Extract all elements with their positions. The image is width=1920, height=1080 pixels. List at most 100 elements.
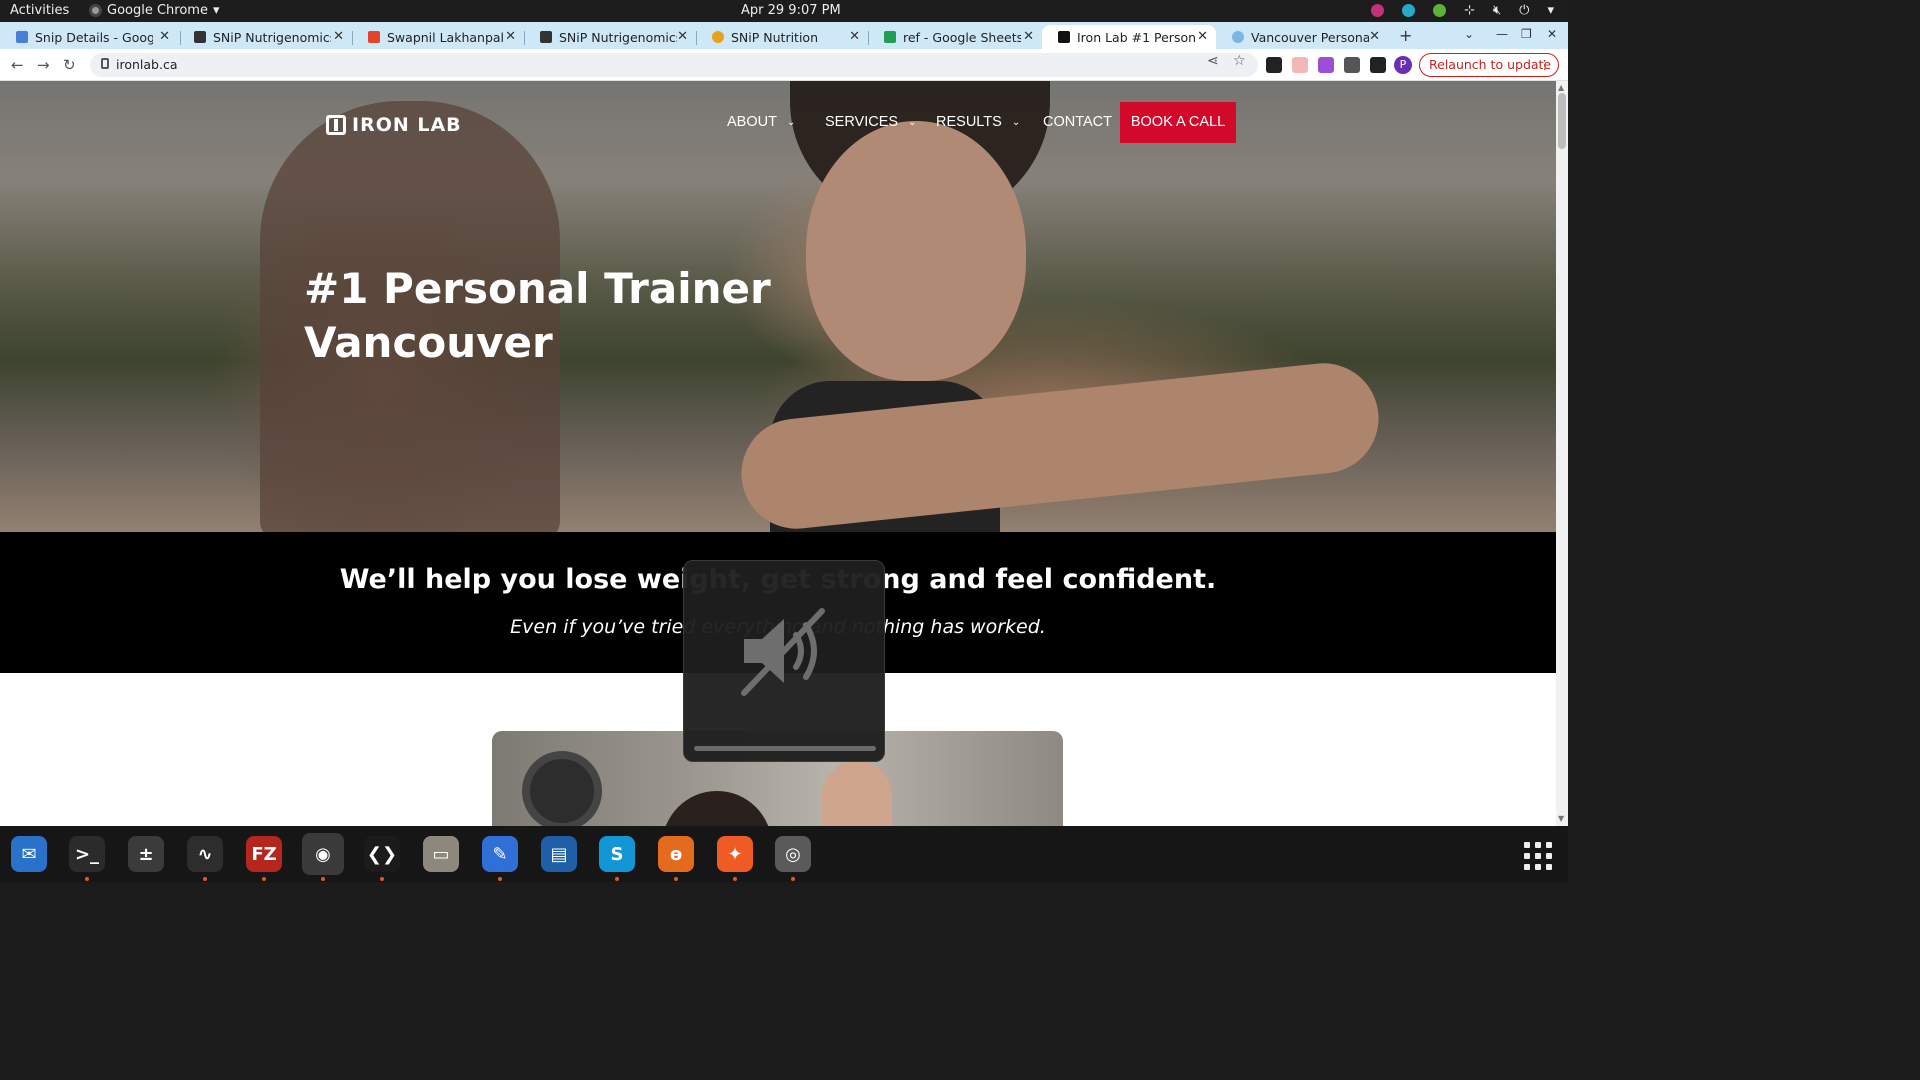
nav-services[interactable]: SERVICES ⌄	[825, 114, 916, 130]
running-indicator	[262, 877, 266, 881]
share-icon[interactable]: ⋖	[1207, 53, 1219, 69]
dock-thunderbird[interactable]: ✉	[8, 833, 50, 875]
eyedropper-extension-icon[interactable]	[1266, 57, 1282, 73]
minimize-icon[interactable]: —	[1496, 27, 1508, 41]
flameshot-icon: ѳ	[658, 836, 694, 872]
power-icon[interactable]: ⏻	[1519, 3, 1529, 18]
profile-avatar[interactable]: P	[1394, 56, 1412, 74]
dock-calculator[interactable]: ±	[125, 833, 167, 875]
new-tab-button[interactable]: +	[1399, 26, 1412, 45]
tray-app-icon[interactable]	[1371, 4, 1385, 17]
filezilla-icon: FZ	[246, 836, 282, 872]
vancouver-site-icon	[1232, 31, 1244, 43]
dock-flameshot[interactable]: ѳ	[655, 833, 697, 881]
close-icon[interactable]: ✕	[1197, 29, 1208, 44]
docs-icon	[16, 31, 28, 43]
hero-section: IRON LAB ABOUT ⌄ SERVICES ⌄ RESULTS ⌄ CO…	[0, 81, 1556, 532]
tab-vancouver-personal[interactable]: Vancouver Personal T ✕	[1216, 25, 1388, 49]
nav-contact-label: CONTACT	[1043, 114, 1113, 130]
close-icon[interactable]: ✕	[333, 29, 344, 44]
dock-libreoffice-writer[interactable]: ▤	[538, 833, 580, 875]
nav-contact[interactable]: CONTACT	[1043, 114, 1112, 130]
system-tray[interactable]: ⊹ 🔇︎ ⏻ ▾	[1371, 3, 1554, 18]
close-icon[interactable]: ✕	[1369, 29, 1380, 44]
kebab-menu-icon[interactable]: ⋮	[1539, 54, 1552, 76]
scrollbar-thumb[interactable]	[1558, 93, 1566, 149]
browser-toolbar: ← → ↻ ironlab.ca ⋖ ☆	[0, 49, 1568, 81]
relaunch-to-update-button[interactable]: Relaunch to update ⋮	[1419, 53, 1559, 77]
dock-postman[interactable]: ✦	[714, 833, 756, 881]
gnome-top-bar: Activities Google Chrome ▾ Apr 29 9:07 P…	[0, 0, 1568, 22]
dock-text-editor[interactable]: ✎	[479, 833, 521, 881]
dock-skype[interactable]: S	[596, 833, 638, 881]
iron-lab-logo[interactable]: IRON LAB	[326, 114, 462, 136]
nav-about[interactable]: ABOUT ⌄	[727, 114, 795, 130]
close-icon[interactable]: ✕	[1023, 29, 1034, 44]
network-icon[interactable]: ⊹	[1464, 3, 1475, 18]
tray-check-icon[interactable]	[1433, 4, 1447, 17]
close-icon[interactable]: ✕	[849, 29, 860, 44]
nav-results[interactable]: RESULTS ⌄	[936, 114, 1020, 130]
bookmark-star-icon[interactable]: ☆	[1233, 53, 1246, 69]
tab-google-sheets[interactable]: ref - Google Sheets ✕	[868, 25, 1042, 49]
tab-iron-lab[interactable]: Iron Lab #1 Personal ✕	[1042, 25, 1216, 49]
text-editor-icon: ✎	[482, 836, 518, 872]
calendar-extension-icon[interactable]	[1292, 57, 1308, 73]
audio-muted-icon	[741, 608, 825, 696]
tab-gitlab[interactable]: Swapnil Lakhanpal / S ✕	[352, 25, 524, 49]
tab-search-chevron-icon[interactable]: ⌄	[1464, 27, 1474, 41]
activities-button[interactable]: Activities	[10, 3, 69, 18]
lock-icon[interactable]	[101, 58, 109, 69]
tab-snip-nutrigenomics-2[interactable]: SNiP Nutrigenomics A ✕	[524, 25, 696, 49]
nav-about-label: ABOUT	[727, 114, 777, 130]
forward-icon[interactable]: →	[37, 56, 50, 74]
dock-terminal[interactable]: >_	[66, 833, 108, 881]
photo-person	[662, 791, 772, 826]
tab-snip-nutrigenomics-1[interactable]: SNiP Nutrigenomics A ✕	[178, 25, 352, 49]
show-applications-icon[interactable]	[1524, 842, 1552, 870]
close-icon[interactable]: ✕	[159, 29, 170, 44]
tray-sync-icon[interactable]	[1402, 4, 1416, 17]
volume-muted-icon[interactable]: 🔇︎	[1493, 3, 1501, 18]
url-text[interactable]: ironlab.ca	[116, 57, 177, 72]
postman-icon: ✦	[717, 836, 753, 872]
address-bar[interactable]: ironlab.ca	[90, 53, 1258, 77]
reload-icon[interactable]: ↻	[63, 56, 76, 74]
pen-extension-icon[interactable]	[1318, 57, 1334, 73]
chevron-down-icon[interactable]: ▾	[1547, 3, 1554, 18]
back-icon[interactable]: ←	[11, 56, 24, 74]
clock[interactable]: Apr 29 9:07 PM	[741, 3, 841, 18]
sheets-icon	[884, 31, 896, 43]
app-menu[interactable]: Google Chrome ▾	[89, 3, 220, 18]
running-indicator	[674, 877, 678, 881]
snip-nutrition-icon	[712, 31, 724, 43]
close-icon[interactable]: ✕	[505, 29, 516, 44]
dock-vscode[interactable]: ❮❯	[361, 833, 403, 881]
scroll-up-arrow-icon[interactable]: ▲	[1558, 83, 1564, 92]
tab-snip-nutrition[interactable]: SNiP Nutrition ✕	[696, 25, 868, 49]
side-panel-icon[interactable]	[1370, 57, 1386, 73]
book-a-call-button[interactable]: BOOK A CALL	[1120, 102, 1236, 143]
scroll-down-arrow-icon[interactable]: ▼	[1558, 814, 1564, 823]
restore-icon[interactable]: ❐	[1521, 27, 1532, 41]
dock-chrome[interactable]: ◉	[302, 833, 344, 881]
chrome-icon	[89, 4, 102, 17]
tab-snip-details[interactable]: Snip Details - Google ✕	[0, 25, 178, 49]
relaunch-label: Relaunch to update	[1429, 57, 1552, 72]
page-scrollbar[interactable]: ▲ ▼	[1556, 81, 1568, 826]
window-close-icon[interactable]: ✕	[1547, 27, 1557, 41]
dock-disk-utility[interactable]: ◎	[772, 833, 814, 881]
close-icon[interactable]: ✕	[677, 29, 688, 44]
disk-utility-icon: ◎	[775, 836, 811, 872]
volume-level-bar	[694, 746, 876, 751]
extensions-puzzle-icon[interactable]	[1344, 57, 1360, 73]
snip-icon	[194, 31, 206, 43]
weight-plate	[522, 751, 602, 826]
dock-files[interactable]: ▭	[420, 833, 462, 875]
dock-system-monitor[interactable]: ∿	[184, 833, 226, 881]
hero-title-line1: #1 Personal Trainer	[304, 264, 771, 313]
running-indicator	[791, 877, 795, 881]
gitlab-icon	[368, 31, 380, 43]
logo-text: IRON LAB	[352, 114, 462, 136]
dock-filezilla[interactable]: FZ	[243, 833, 285, 881]
